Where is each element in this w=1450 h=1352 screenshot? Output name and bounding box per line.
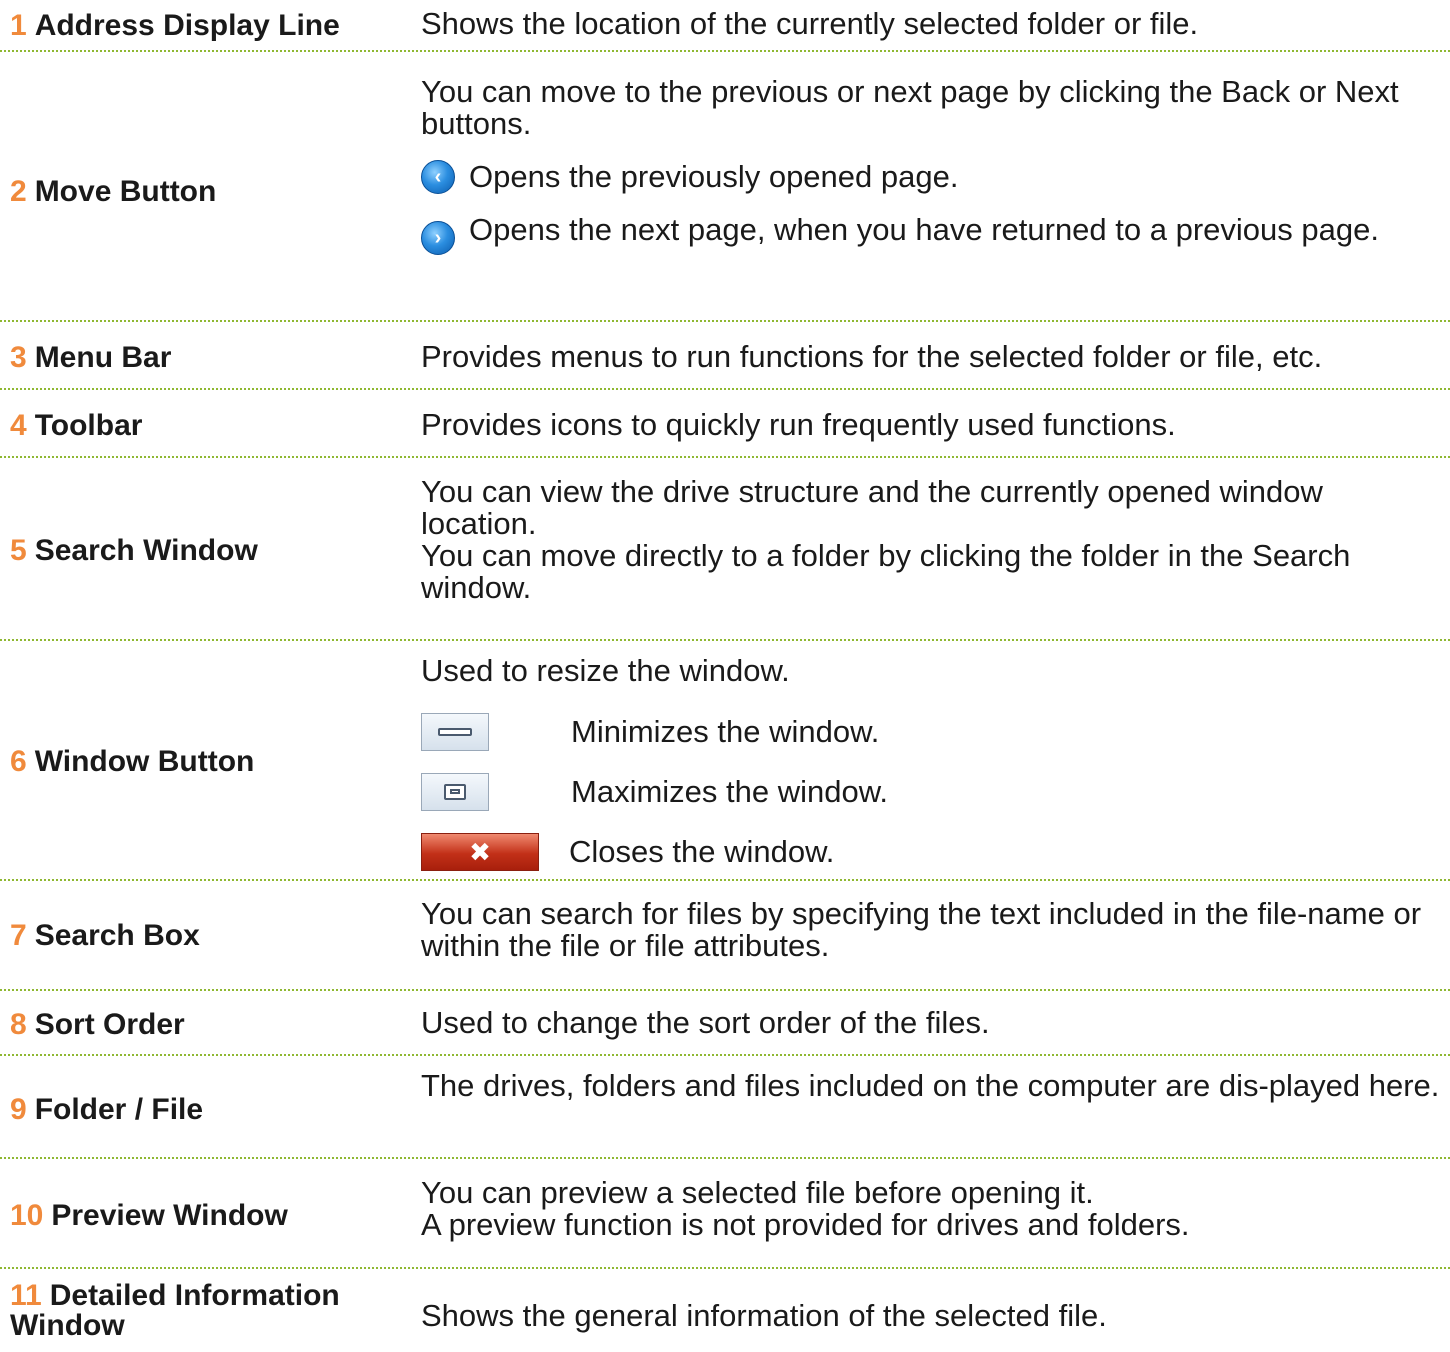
item-number: 10 — [10, 1199, 44, 1232]
back-arrow-icon: ‹ — [421, 160, 455, 194]
minimize-icon — [421, 713, 489, 751]
term-label: Move Button — [34, 175, 217, 208]
row-detailed-information-window: 11 Detailed Information Window Shows the … — [0, 1269, 1450, 1352]
next-arrow-icon: › — [421, 221, 455, 255]
term-address-display-line: 1 Address Display Line — [10, 11, 405, 41]
description-text: Used to resize the window. — [421, 653, 790, 688]
term-preview-window: 10 Preview Window — [10, 1201, 405, 1231]
description-text: Provides menus to run functions for the … — [421, 339, 1323, 374]
item-number: 3 — [10, 341, 27, 374]
item-number: 7 — [10, 919, 27, 952]
term-detailed-information-window: 11 Detailed Information Window — [10, 1281, 410, 1341]
term-search-box: 7 Search Box — [10, 921, 405, 951]
term-move-button: 2 Move Button — [10, 177, 405, 207]
description-text: The drives, folders and files included o… — [421, 1068, 1440, 1103]
description: You can preview a selected file before o… — [421, 1177, 1441, 1241]
term-label: Sort Order — [34, 1008, 185, 1041]
row-preview-window: 10 Preview Window You can preview a selec… — [0, 1159, 1450, 1269]
term-label: Detailed Information Window — [10, 1279, 340, 1342]
term-label: Address Display Line — [34, 9, 340, 42]
minimize-text: Minimizes the window. — [571, 714, 880, 749]
next-text: Opens the next page, when you have retur… — [469, 212, 1379, 247]
description: Shows the general information of the sel… — [421, 1300, 1441, 1332]
description: You can move to the previous or next pag… — [421, 76, 1441, 255]
close-text: Closes the window. — [569, 834, 835, 869]
maximize-line: Maximizes the window. — [421, 773, 1441, 811]
description: Provides icons to quickly run frequently… — [421, 409, 1441, 441]
term-label: Preview Window — [51, 1199, 288, 1232]
row-search-window: 5 Search Window You can view the drive st… — [0, 458, 1450, 641]
back-text: Opens the previously opened page. — [469, 159, 959, 194]
term-search-window: 5 Search Window — [10, 536, 405, 566]
term-label: Folder / File — [34, 1093, 204, 1126]
item-number: 5 — [10, 534, 27, 567]
description: Provides menus to run functions for the … — [421, 341, 1441, 373]
description: You can search for files by specifying t… — [421, 898, 1441, 962]
term-label: Menu Bar — [34, 341, 172, 374]
description-text: Used to change the sort order of the fil… — [421, 1005, 990, 1040]
description: Shows the location of the currently sele… — [421, 8, 1441, 40]
maximize-icon — [421, 773, 489, 811]
description-text: Shows the general information of the sel… — [421, 1298, 1107, 1333]
term-window-button: 6 Window Button — [10, 747, 405, 777]
maximize-text: Maximizes the window. — [571, 774, 889, 809]
description-text: You can move to the previous or next pag… — [421, 74, 1399, 141]
description-text: You can search for files by specifying t… — [421, 896, 1422, 963]
row-window-button: 6 Window Button Used to resize the window… — [0, 641, 1450, 881]
minimize-line: Minimizes the window. — [421, 713, 1441, 751]
next-line: › Opens the next page, when you have retu… — [421, 214, 1441, 255]
description-text-2: You can move directly to a folder by cli… — [421, 538, 1351, 605]
row-toolbar: 4 Toolbar Provides icons to quickly run f… — [0, 390, 1450, 458]
description: The drives, folders and files included o… — [421, 1070, 1441, 1102]
description-text: Provides icons to quickly run frequently… — [421, 407, 1176, 442]
row-move-button: 2 Move Button You can move to the previou… — [0, 52, 1450, 322]
term-folder-file: 9 Folder / File — [10, 1095, 405, 1125]
item-number: 9 — [10, 1093, 27, 1126]
row-folder-file: 9 Folder / File The drives, folders and f… — [0, 1056, 1450, 1159]
description: Used to change the sort order of the fil… — [421, 1007, 1441, 1039]
row-menu-bar: 3 Menu Bar Provides menus to run function… — [0, 322, 1450, 390]
description: You can view the drive structure and the… — [421, 476, 1441, 604]
item-number: 2 — [10, 175, 27, 208]
item-number: 4 — [10, 409, 27, 442]
item-number: 8 — [10, 1008, 27, 1041]
item-number: 6 — [10, 745, 27, 778]
term-label: Search Box — [34, 919, 200, 952]
description-text-1: You can view the drive structure and the… — [421, 474, 1323, 541]
row-address-display-line: 1 Address Display Line Shows the location… — [0, 0, 1450, 52]
back-line: ‹ Opens the previously opened page. — [421, 160, 1441, 194]
description-text-1: You can preview a selected file before o… — [421, 1175, 1094, 1210]
term-label: Toolbar — [34, 409, 143, 442]
description-text: Shows the location of the currently sele… — [421, 6, 1199, 41]
term-menu-bar: 3 Menu Bar — [10, 343, 405, 373]
term-toolbar: 4 Toolbar — [10, 411, 405, 441]
close-icon: ✖ — [421, 833, 539, 871]
item-number: 1 — [10, 9, 27, 42]
row-search-box: 7 Search Box You can search for files by … — [0, 881, 1450, 991]
close-line: ✖ Closes the window. — [421, 833, 1441, 871]
row-sort-order: 8 Sort Order Used to change the sort orde… — [0, 991, 1450, 1056]
description-text-2: A preview function is not provided for d… — [421, 1207, 1190, 1242]
term-sort-order: 8 Sort Order — [10, 1010, 405, 1040]
term-label: Window Button — [34, 745, 255, 778]
item-number: 11 — [10, 1279, 42, 1312]
term-label: Search Window — [34, 534, 258, 567]
description: Used to resize the window. Minimizes the… — [421, 655, 1441, 871]
